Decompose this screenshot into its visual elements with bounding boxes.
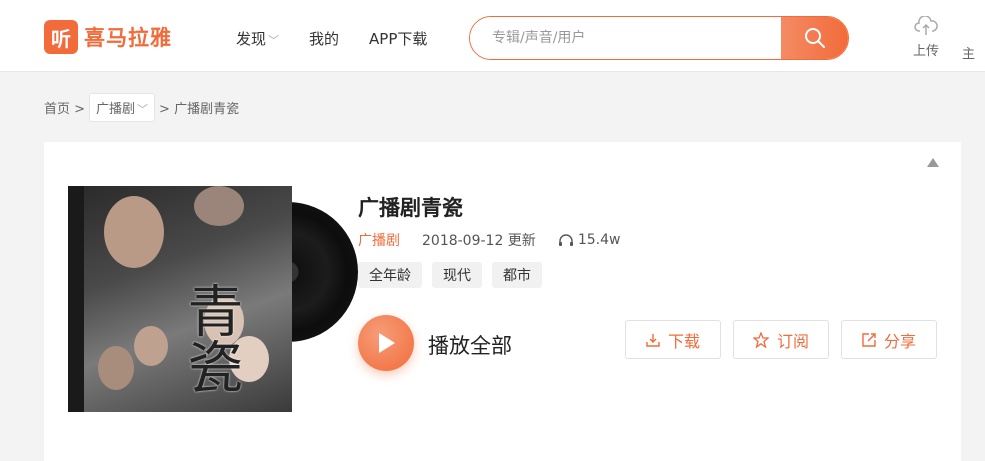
download-label: 下载 [667, 331, 700, 351]
breadcrumb-category[interactable]: 广播剧 ﹀ [89, 93, 156, 122]
logo-text: 喜马拉雅 [84, 26, 172, 50]
nav-app-download-label: APP下载 [369, 30, 428, 48]
cover-figure [194, 186, 244, 226]
chevron-down-icon: ﹀ [137, 102, 149, 116]
search-input[interactable] [470, 17, 781, 59]
cover-figure [98, 346, 134, 390]
album-title: 广播剧青瓷 [358, 196, 463, 220]
cover-figure [134, 326, 168, 366]
nav-discover[interactable]: 发现 ﹀ [236, 28, 279, 49]
album-cover[interactable]: 青瓷 [68, 186, 358, 412]
collapse-icon[interactable] [927, 158, 939, 167]
nav-discover-label: 发现 [236, 30, 267, 48]
album-meta: 广播剧 2018-09-12 更新 15.4w [358, 230, 620, 250]
main-nav: 发现 ﹀ 我的 APP下载 [236, 28, 457, 49]
share-label: 分享 [883, 331, 916, 351]
play-icon [379, 333, 395, 353]
upload-label: 上传 [912, 44, 939, 59]
share-icon [862, 332, 876, 347]
share-button[interactable]: 分享 [841, 320, 937, 359]
star-icon [752, 331, 769, 348]
breadcrumb-current: > 广播剧青瓷 [159, 102, 240, 117]
breadcrumb-home[interactable]: 首页 > [44, 98, 85, 117]
logo-badge: 听 [44, 20, 78, 54]
cover-figure [104, 196, 164, 268]
search-icon [804, 28, 825, 48]
cover-image: 青瓷 [68, 186, 292, 412]
headphones-icon [558, 234, 573, 246]
header-cut-item[interactable]: 主 [962, 43, 975, 62]
breadcrumb-category-label: 广播剧 [96, 102, 136, 117]
album-updated: 2018-09-12 更新 [422, 233, 536, 249]
nav-mine-label: 我的 [309, 30, 340, 48]
album-category-link[interactable]: 广播剧 [358, 230, 400, 250]
play-count: 15.4w [558, 232, 621, 248]
play-all-button[interactable] [358, 315, 414, 371]
tag-item[interactable]: 都市 [492, 262, 542, 288]
album-tags: 全年龄 现代 都市 [358, 262, 552, 288]
tag-item[interactable]: 现代 [432, 262, 482, 288]
nav-mine[interactable]: 我的 [309, 28, 339, 49]
download-icon [646, 333, 660, 347]
cover-title-text: 青瓷 [178, 282, 243, 394]
subscribe-label: 订阅 [776, 331, 809, 351]
download-button[interactable]: 下载 [625, 320, 721, 359]
play-count-value: 15.4w [577, 232, 621, 248]
subscribe-button[interactable]: 订阅 [733, 320, 829, 359]
cloud-upload-icon [914, 16, 938, 35]
nav-app-download[interactable]: APP下载 [369, 28, 427, 49]
album-actions: 下载 订阅 分享 [625, 320, 949, 359]
upload-button[interactable]: 上传 [908, 16, 944, 59]
search-button[interactable] [781, 17, 848, 59]
chevron-down-icon: ﹀ [268, 33, 280, 47]
top-header: 听 喜马拉雅 发现 ﹀ 我的 APP下载 上传 主 [0, 0, 985, 72]
album-card: 青瓷 广播剧青瓷 广播剧 2018-09-12 更新 15.4w 全年龄 现代 … [44, 142, 961, 461]
tag-item[interactable]: 全年龄 [358, 262, 422, 288]
logo[interactable]: 听 喜马拉雅 [44, 20, 172, 54]
play-all-label[interactable]: 播放全部 [428, 330, 512, 360]
breadcrumb: 首页 > 广播剧 ﹀ > 广播剧青瓷 [44, 93, 239, 122]
search-bar [469, 16, 849, 60]
